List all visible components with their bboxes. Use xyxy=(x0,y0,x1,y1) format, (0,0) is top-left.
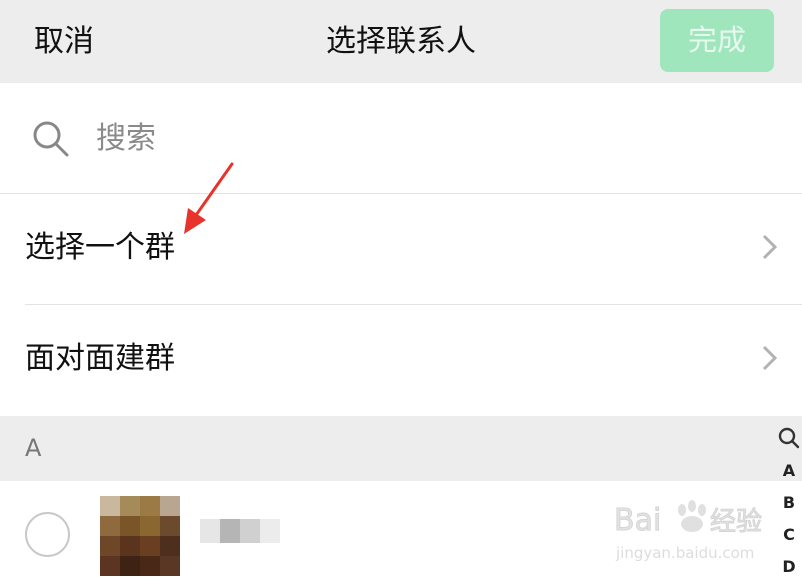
index-letter-c[interactable]: C xyxy=(776,519,802,551)
select-radio[interactable] xyxy=(25,512,70,557)
search-icon[interactable] xyxy=(776,425,802,451)
select-group-row[interactable]: 选择一个群 xyxy=(0,194,802,304)
face-to-face-group-label: 面对面建群 xyxy=(25,341,175,376)
chevron-right-icon xyxy=(762,345,778,371)
index-letter-b[interactable]: B xyxy=(776,487,802,519)
section-letter: A xyxy=(25,434,42,462)
done-button[interactable]: 完成 xyxy=(660,9,774,72)
watermark-url: jingyan.baidu.com xyxy=(615,544,754,562)
contact-name-blurred xyxy=(200,519,280,543)
alphabet-index: A B C D xyxy=(776,425,802,583)
avatar xyxy=(100,496,180,576)
search-bar xyxy=(0,83,802,193)
index-letter-a[interactable]: A xyxy=(776,455,802,487)
paw-icon xyxy=(678,500,706,532)
index-letter-d[interactable]: D xyxy=(776,551,802,583)
select-group-label: 选择一个群 xyxy=(25,230,175,265)
navigation-bar: 取消 选择联系人 完成 xyxy=(0,0,802,83)
watermark-suffix: 经验 xyxy=(710,507,762,537)
baidu-jingyan-watermark: Bai 经验 jingyan.baidu.com xyxy=(614,500,763,562)
search-input[interactable] xyxy=(96,116,776,160)
search-icon xyxy=(33,121,69,157)
watermark-brand: Bai xyxy=(614,503,661,538)
chevron-right-icon xyxy=(762,234,778,260)
face-to-face-group-row[interactable]: 面对面建群 xyxy=(0,305,802,415)
cancel-button[interactable]: 取消 xyxy=(34,20,94,64)
section-header: A xyxy=(0,416,802,481)
